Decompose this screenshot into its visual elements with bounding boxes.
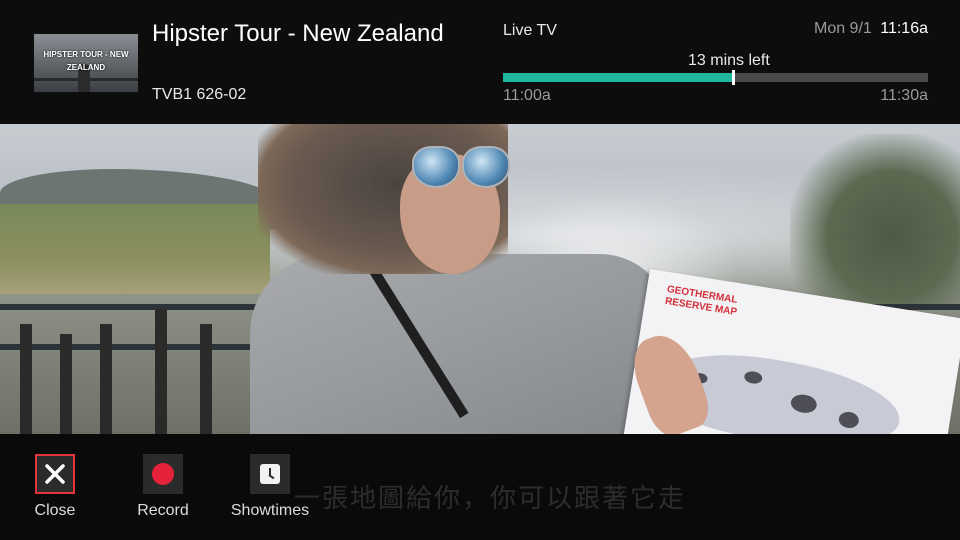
program-thumbnail: HIPSTER TOUR - NEW ZEALAND — [34, 34, 138, 92]
showtimes-button-tile[interactable] — [250, 454, 290, 494]
record-button-label: Record — [137, 502, 189, 519]
close-button[interactable]: Close — [10, 454, 100, 520]
source-label: Live TV — [503, 22, 557, 39]
program-progress-bar — [503, 70, 928, 85]
action-bar: 一張地圖給你，你可以跟著它走 Close Record Showtimes — [0, 434, 960, 540]
close-icon — [45, 464, 65, 484]
current-date: Mon 9/1 — [813, 20, 872, 37]
showtimes-button[interactable]: Showtimes — [225, 454, 315, 520]
record-icon — [152, 463, 174, 485]
fence-post — [20, 324, 32, 434]
clock: Mon 9/1 11:16a — [814, 20, 928, 38]
video-player: GEOTHERMAL RESERVE MAP — [0, 124, 960, 434]
closed-caption: 一張地圖給你，你可以跟著它走 — [293, 483, 686, 513]
program-end-time: 11:30a — [880, 87, 928, 104]
record-button[interactable]: Record — [118, 454, 208, 520]
current-time: 11:16a — [880, 20, 928, 37]
clock-icon — [260, 464, 280, 484]
fence-post — [100, 324, 112, 434]
time-remaining: 13 mins left — [688, 52, 770, 69]
program-info-bar: HIPSTER TOUR - NEW ZEALAND Hipster Tour … — [0, 0, 960, 124]
progress-fill — [503, 73, 733, 82]
thumbnail-text: HIPSTER TOUR - NEW ZEALAND — [43, 50, 129, 72]
progress-marker — [731, 70, 735, 85]
sunglasses-lens-left — [412, 146, 460, 188]
program-start-time: 11:00a — [503, 87, 551, 104]
video-shrubs — [0, 204, 270, 294]
record-button-tile[interactable] — [143, 454, 183, 494]
sunglasses-lens-right — [462, 146, 510, 188]
fence-post — [200, 324, 212, 434]
program-title: Hipster Tour - New Zealand — [152, 20, 444, 47]
presenter-sunglasses — [410, 146, 510, 188]
showtimes-button-label: Showtimes — [230, 502, 310, 519]
close-button-label: Close — [34, 502, 76, 519]
fence-post — [155, 309, 167, 434]
video-trees — [790, 134, 960, 304]
fence-post — [60, 334, 72, 434]
close-button-tile[interactable] — [35, 454, 75, 494]
video-presenter — [250, 124, 670, 434]
channel-info: TVB1 626-02 — [152, 86, 247, 103]
map-title: GEOTHERMAL RESERVE MAP — [664, 283, 738, 319]
